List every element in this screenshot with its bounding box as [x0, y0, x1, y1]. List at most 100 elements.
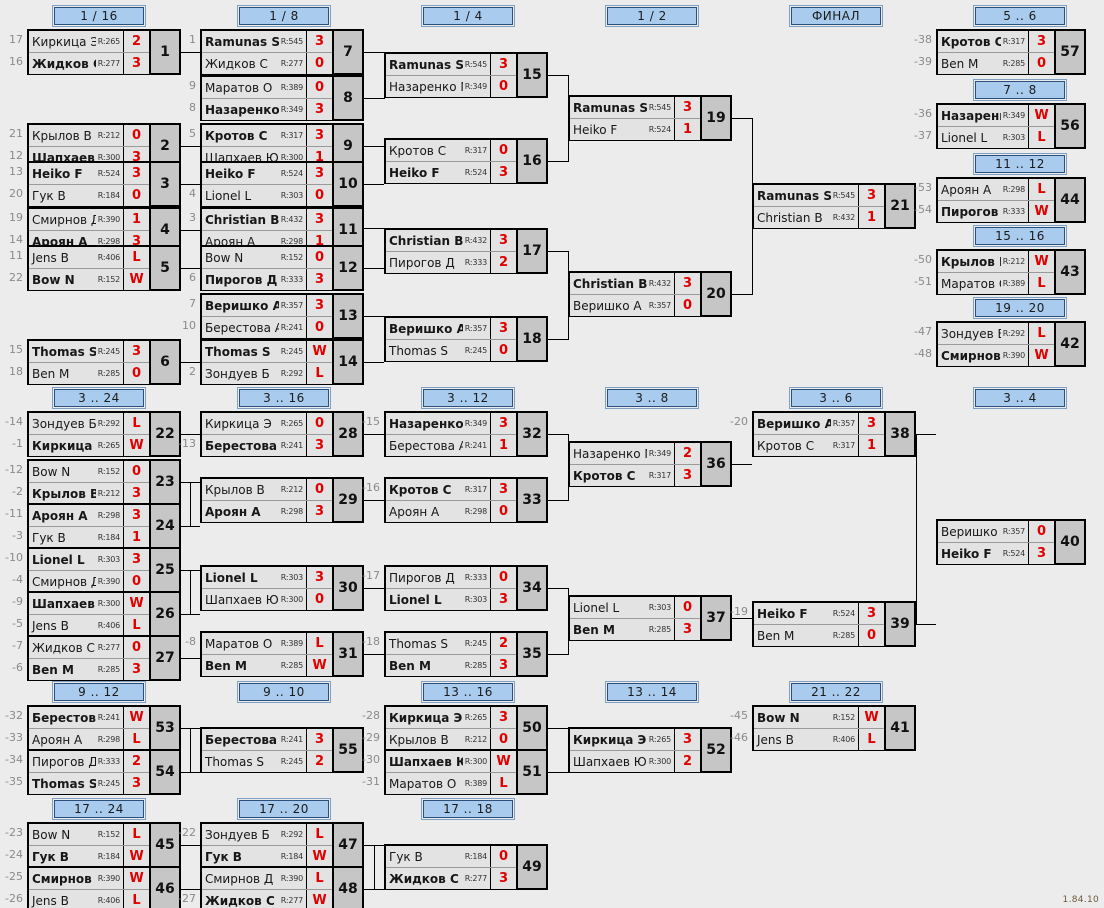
- player-row[interactable]: Веришко АR:3570: [938, 521, 1054, 543]
- match-box[interactable]: Ramunas S R:545 3 Назаренко М R:349 0 15: [384, 52, 548, 98]
- player-row[interactable]: Ben M R:285 0: [754, 625, 884, 646]
- player-row[interactable]: Шапхаев ЮR:300W: [386, 751, 516, 773]
- player-row[interactable]: Жидков С R:277 0: [202, 53, 332, 74]
- player-row[interactable]: Thomas S R:245 3: [29, 773, 149, 794]
- player-row[interactable]: Ароян А R:298 L: [938, 179, 1054, 201]
- player-row[interactable]: Берестова АR:241W: [29, 707, 149, 729]
- player-row[interactable]: Lionel L R:303 0: [570, 597, 700, 619]
- player-row[interactable]: Lionel L R:303 3: [202, 567, 332, 589]
- match-box[interactable]: Heiko F R:524 3 Ben M R:285 0 39: [752, 601, 916, 647]
- player-row[interactable]: Киркица ЭR:265W: [29, 435, 149, 456]
- player-row[interactable]: Ароян А R:298 3: [29, 505, 149, 527]
- player-row[interactable]: Зондуев Б R:292 L: [202, 824, 332, 846]
- match-box[interactable]: Ароян А R:298 3 Гук В R:184 1 24: [27, 503, 181, 549]
- player-row[interactable]: Гук В R:184 W: [202, 846, 332, 867]
- match-box[interactable]: Гук В R:184 0 Жидков С R:277 3 49: [384, 844, 548, 890]
- player-row[interactable]: Кротов С R:317 3: [938, 31, 1054, 53]
- player-row[interactable]: Крылов В R:212 0: [386, 729, 516, 750]
- player-row[interactable]: Гук В R:184 0: [386, 846, 516, 868]
- player-row[interactable]: Смирнов Д R:390 0: [29, 571, 149, 592]
- match-box[interactable]: Шапхаев ЮR:300W Jens B R:406L26: [27, 591, 181, 637]
- player-row[interactable]: Берестова АR:2413: [202, 729, 332, 751]
- match-box[interactable]: Веришко АR:3570 Heiko F R:524340: [936, 519, 1086, 565]
- player-row[interactable]: Thomas S R:245 W: [202, 341, 332, 363]
- match-box[interactable]: Смирнов ДR:390WJens BR:406L46: [27, 866, 181, 908]
- player-row[interactable]: Кротов С R:317 0: [386, 140, 516, 162]
- player-row[interactable]: Bow N R:152 W: [754, 707, 884, 729]
- player-row[interactable]: Ben M R:285 3: [29, 659, 149, 680]
- player-row[interactable]: Киркица Э R:265 2: [29, 31, 149, 53]
- player-row[interactable]: Смирнов ДR:390W: [938, 345, 1054, 366]
- match-box[interactable]: Кротов С R:317 3 Ароян А R:298 0 33: [384, 477, 548, 523]
- player-row[interactable]: Bow N R:152 W: [29, 269, 149, 290]
- player-row[interactable]: Кротов С R:317 3: [570, 465, 700, 486]
- match-box[interactable]: Bow N R:152 0 Пирогов Д R:333 3 12: [200, 245, 364, 291]
- player-row[interactable]: Шапхаев Ю R:300 0: [202, 589, 332, 610]
- player-row[interactable]: Крылов В R:212 3: [29, 483, 149, 504]
- player-row[interactable]: Зондуев Б R:292 L: [938, 323, 1054, 345]
- player-row[interactable]: Jens B R:406 L: [754, 729, 884, 750]
- match-box[interactable]: Пирогов Д R:333 2 Thomas S R:245 3 54: [27, 749, 181, 795]
- match-box[interactable]: Крылов В R:212 0 Ароян А R:298 3 29: [200, 477, 364, 523]
- match-box[interactable]: Назаренко М R:349 2 Кротов С R:317 3 36: [568, 441, 732, 487]
- match-box[interactable]: Веришко А R:357 3 Thomas S R:245 0 18: [384, 316, 548, 362]
- player-row[interactable]: Jens B R:406 L: [29, 890, 149, 908]
- player-row[interactable]: Christian B R:432 3: [202, 209, 332, 231]
- player-row[interactable]: Гук В R:184 1: [29, 527, 149, 548]
- match-box[interactable]: Jens B R:406 L Bow N R:152 W 5: [27, 245, 181, 291]
- player-row[interactable]: Ароян А R:298 L: [29, 729, 149, 750]
- match-box[interactable]: Ароян АR:298LПирогов ДR:333W44: [936, 177, 1086, 223]
- match-box[interactable]: Берестова АR:2413Thomas SR:245255: [200, 727, 364, 773]
- player-row[interactable]: Пирогов Д R:333 2: [29, 751, 149, 773]
- match-box[interactable]: Ramunas S R:545 3 Christian B R:432 1 21: [752, 183, 916, 229]
- player-row[interactable]: Крылов ВR:212W: [938, 251, 1054, 273]
- player-row[interactable]: Heiko F R:524 3: [29, 163, 149, 185]
- player-row[interactable]: Bow N R:152 L: [29, 824, 149, 846]
- player-row[interactable]: Lionel L R:303 L: [938, 127, 1054, 148]
- match-box[interactable]: Крылов ВR:212WМаратов ОR:389L43: [936, 249, 1086, 295]
- player-row[interactable]: Heiko F R:524 3: [386, 162, 516, 183]
- match-box[interactable]: Christian B R:432 3 Пирогов Д R:333 2 17: [384, 228, 548, 274]
- player-row[interactable]: Назаренко МR:3493: [386, 413, 516, 435]
- match-box[interactable]: Киркица Э R:265 3 Шапхаев Ю R:300 2 52: [568, 727, 732, 773]
- player-row[interactable]: Bow N R:152 0: [29, 461, 149, 483]
- match-box[interactable]: Bow N R:152 L Гук В R:184 W 45: [27, 822, 181, 868]
- match-box[interactable]: Heiko F R:524 3 Гук В R:184 0 3: [27, 161, 181, 207]
- player-row[interactable]: Пирогов Д R:333 2: [386, 252, 516, 273]
- player-row[interactable]: Смирнов ДR:390W: [29, 868, 149, 890]
- player-row[interactable]: Гук В R:184 W: [29, 846, 149, 867]
- player-row[interactable]: Ben M R:285 W: [202, 655, 332, 676]
- player-row[interactable]: Ароян А R:298 0: [386, 501, 516, 522]
- match-box[interactable]: Веришко А R:357 3 Кротов С R:317 1 38: [752, 411, 916, 457]
- match-box[interactable]: Кротов С R:317 3 Ben M R:285 0 57: [936, 29, 1086, 75]
- match-box[interactable]: Зондуев БR:292LКиркица ЭR:265W22: [27, 411, 181, 457]
- player-row[interactable]: Кротов С R:317 1: [754, 435, 884, 456]
- player-row[interactable]: Маратов О R:389 0: [202, 77, 332, 99]
- player-row[interactable]: Киркица Э R:265 0: [202, 413, 332, 435]
- player-row[interactable]: Heiko F R:524 3: [938, 543, 1054, 564]
- player-row[interactable]: Берестова А R:241 1: [386, 435, 516, 456]
- player-row[interactable]: Зондуев Б R:292 L: [202, 363, 332, 384]
- player-row[interactable]: Christian B R:432 3: [570, 273, 700, 295]
- match-box[interactable]: Берестова АR:241W Ароян А R:298L53: [27, 705, 181, 751]
- player-row[interactable]: Крылов В R:212 0: [29, 125, 149, 147]
- player-row[interactable]: Ben M R:285 0: [938, 53, 1054, 74]
- player-row[interactable]: Christian B R:432 3: [386, 230, 516, 252]
- match-box[interactable]: Назаренко МR:349W Lionel L R:303L56: [936, 103, 1086, 149]
- player-row[interactable]: Жидков С R:277 0: [29, 637, 149, 659]
- match-box[interactable]: Назаренко МR:3493Берестова АR:241132: [384, 411, 548, 457]
- player-row[interactable]: Гук В R:184 0: [29, 185, 149, 206]
- player-row[interactable]: Берестова АR:2413: [202, 435, 332, 456]
- match-box[interactable]: Киркица Э R:265 3 Крылов В R:212 0 50: [384, 705, 548, 751]
- player-row[interactable]: Кротов С R:317 3: [386, 479, 516, 501]
- player-row[interactable]: Lionel L R:303 0: [202, 185, 332, 206]
- player-row[interactable]: Веришко А R:357 3: [754, 413, 884, 435]
- player-row[interactable]: Ramunas S R:545 3: [386, 54, 516, 76]
- player-row[interactable]: Назаренко МR:349W: [938, 105, 1054, 127]
- match-box[interactable]: Зондуев Б R:292 L Гук В R:184 W 47: [200, 822, 364, 868]
- match-box[interactable]: Смирнов Д R:390 L Жидков С R:277 W 48: [200, 866, 364, 908]
- player-row[interactable]: Пирогов Д R:333 3: [202, 269, 332, 290]
- player-row[interactable]: Ramunas S R:545 3: [754, 185, 884, 207]
- player-row[interactable]: Жидков С R:277 3: [29, 53, 149, 74]
- player-row[interactable]: Thomas S R:245 2: [386, 633, 516, 655]
